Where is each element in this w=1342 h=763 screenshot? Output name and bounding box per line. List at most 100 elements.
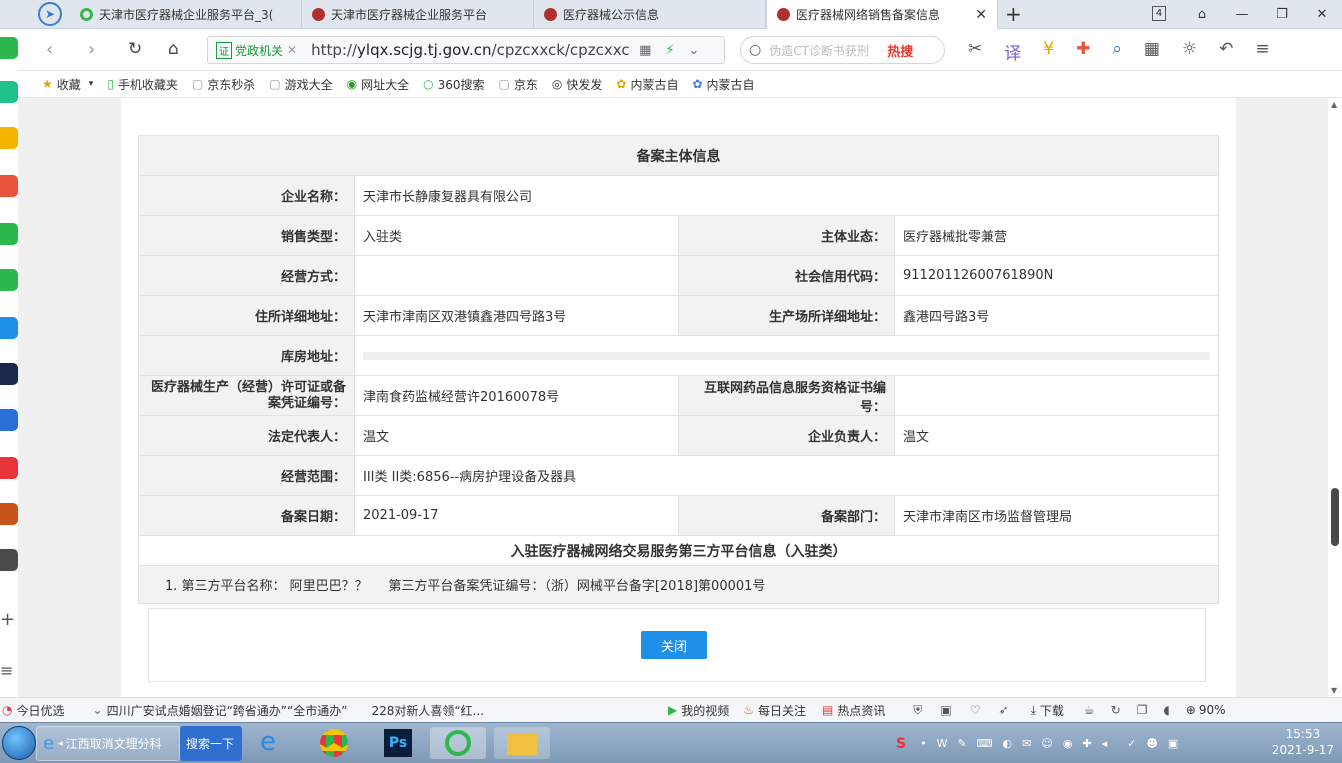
flower-icon: ✿ <box>692 77 703 91</box>
principal-value: 温文 <box>894 415 1219 456</box>
search-field[interactable]: ○ 伪造CT诊断书获刑 热搜 <box>740 36 945 64</box>
close-window-icon[interactable]: ✕ <box>1302 7 1342 22</box>
skin-icon[interactable]: ⌂ <box>1182 7 1222 22</box>
explorer-icon[interactable] <box>494 727 550 759</box>
scroll-up-icon[interactable]: ▲ <box>1331 100 1337 109</box>
tab-count-icon[interactable]: 4 <box>1152 6 1166 21</box>
coin-icon[interactable]: ¥ <box>1043 39 1054 64</box>
close-tab-icon[interactable]: ✕ <box>975 7 987 23</box>
list-icon[interactable]: ≡ <box>0 661 13 680</box>
tray-icons[interactable]: •W✎⌨◐✉☺◉✚◂ <box>920 737 1117 750</box>
bookmark-item[interactable]: ▢ 京东 <box>499 76 538 93</box>
chevron-down-icon[interactable]: ▾ <box>89 79 94 89</box>
game-app-icon[interactable] <box>0 363 18 385</box>
close-button[interactable]: 关闭 <box>641 631 707 659</box>
bookmark-item[interactable]: ◉ 网址大全 <box>347 76 410 93</box>
news-item[interactable]: ◔ 今日优选 <box>2 702 65 719</box>
clock[interactable]: 15:53 2021-9-17 <box>1272 726 1334 758</box>
status-tool-icons-2[interactable]: ☕↻❐◖ <box>1084 703 1186 717</box>
window-controls: ⌂ — ❐ ✕ <box>1182 0 1342 29</box>
bookmark-item[interactable]: ★ 收藏 ▾ <box>42 76 93 93</box>
bookmark-item[interactable]: ▯ 手机收藏夹 <box>107 76 178 93</box>
star-icon: ★ <box>42 77 53 91</box>
tab-label: 天津市医疗器械企业服务平台 <box>331 8 488 22</box>
hot-news[interactable]: ▤ 热点资讯 <box>822 702 885 719</box>
undo-icon[interactable]: ↶ <box>1219 39 1233 64</box>
internet-cert-label: 互联网药品信息服务资格证书编号： <box>678 375 895 416</box>
download-item[interactable]: ⤓ 下载 <box>1031 702 1064 719</box>
tab-3[interactable]: 医疗器械公示信息 <box>534 0 766 29</box>
bookmark-item[interactable]: ▢ 游戏大全 <box>269 76 332 93</box>
url-field[interactable]: 证党政机关 ✕ http://ylqx.scjg.tj.gov.cn/cpzcx… <box>207 36 725 64</box>
forward-icon[interactable]: › <box>88 39 95 60</box>
360-browser-icon[interactable] <box>430 727 486 759</box>
new-tab-icon[interactable]: + <box>1005 2 1022 26</box>
scissors-icon[interactable]: ✂ <box>968 39 982 64</box>
add-icon[interactable]: + <box>0 609 15 630</box>
magnifier-icon[interactable]: ⌕ <box>1112 39 1122 64</box>
vertical-scrollbar[interactable]: ▲ ▼ <box>1328 98 1342 697</box>
back-icon[interactable]: ‹ <box>46 39 53 60</box>
hot-search-label[interactable]: 热搜 <box>887 41 913 60</box>
news-item[interactable]: ⌄ 四川广安试点婚姻登记“跨省通办”“全市通办” <box>93 702 348 719</box>
sogou-icon[interactable]: S <box>896 736 906 752</box>
status-tool-icons[interactable]: ⛨▣♡➶ <box>913 703 1026 718</box>
bookmark-item[interactable]: ✿ 内蒙古自 <box>616 76 678 93</box>
bookmark-item[interactable]: ○ 360搜索 <box>423 76 484 93</box>
link-icon[interactable] <box>0 269 18 291</box>
red-app-icon[interactable] <box>0 457 18 479</box>
record-info-table: 备案主体信息 企业名称： 天津市长静康复器具有限公司 销售类型： 入驻类 主体业… <box>138 135 1219 604</box>
scroll-down-icon[interactable]: ▼ <box>1331 686 1337 695</box>
tab-4-active[interactable]: 医疗器械网络销售备案信息 ✕ <box>766 0 998 29</box>
weibo-icon[interactable] <box>0 175 18 197</box>
bookmark-item[interactable]: ✿ 内蒙古自 <box>692 76 754 93</box>
scroll-thumb[interactable] <box>1331 488 1339 546</box>
mute-icon[interactable]: ✕ <box>287 43 297 57</box>
zoom-level[interactable]: ⊕ 90% <box>1186 703 1226 717</box>
ie-browser-icon[interactable]: e <box>252 727 292 759</box>
bookmark-item[interactable]: ◎ 快发发 <box>552 76 603 93</box>
my-video[interactable]: ▶ 我的视频 <box>668 702 729 719</box>
chrome-icon[interactable] <box>314 727 354 759</box>
daily-focus[interactable]: ♨ 每日关注 <box>743 702 806 719</box>
account-icon[interactable] <box>0 37 18 59</box>
tab-2[interactable]: 天津市医疗器械企业服务平台 <box>302 0 534 29</box>
taskbar-search-item[interactable]: 搜索一下 <box>180 726 242 761</box>
refresh-icon[interactable]: ↻ <box>128 39 142 59</box>
lightning-icon[interactable]: ⚡ <box>665 43 674 58</box>
game3-icon[interactable] <box>0 549 18 571</box>
game2-icon[interactable] <box>0 503 18 525</box>
cert-badge[interactable]: 证党政机关 <box>216 41 283 59</box>
qr-icon[interactable]: ▦ <box>639 43 651 58</box>
url-text[interactable]: http://ylqx.scjg.tj.gov.cn/cpzcxxck/cpzc… <box>311 41 631 59</box>
app-icon[interactable] <box>0 317 18 339</box>
grid-icon[interactable]: ▦ <box>1144 39 1160 64</box>
tab-1[interactable]: 天津市医疗器械企业服务平台_3( <box>70 0 302 29</box>
mail-icon[interactable] <box>0 223 18 245</box>
news-item[interactable]: 228对新人喜领“红... <box>371 702 484 719</box>
photoshop-icon[interactable]: Ps <box>378 727 418 759</box>
tray-icons-2[interactable]: ✓☻▣ <box>1127 737 1188 750</box>
warehouse-strip <box>363 351 1210 360</box>
chevron-down-icon[interactable]: ⌄ <box>689 43 700 58</box>
triangle-icon: ◂ <box>58 738 63 749</box>
favorite-icon[interactable] <box>0 127 18 149</box>
taskbar-ie-item[interactable]: e ◂ 江西取消文理分科 <box>36 726 180 761</box>
page-icon: ▢ <box>498 77 510 91</box>
legal-rep-label: 法定代表人： <box>138 415 355 456</box>
sales-type-value: 入驻类 <box>354 215 679 256</box>
minimize-icon[interactable]: — <box>1222 7 1262 22</box>
game-icon[interactable]: ✚ <box>1076 39 1090 64</box>
bookmark-item[interactable]: ▢ 京东秒杀 <box>192 76 255 93</box>
restore-icon[interactable]: ❐ <box>1262 7 1302 22</box>
home-icon[interactable]: ⌂ <box>168 39 179 59</box>
plus-app-icon[interactable] <box>0 81 18 103</box>
start-button[interactable] <box>2 726 36 760</box>
menu-icon[interactable]: ≡ <box>1255 39 1269 64</box>
kuaifa-icon: ◎ <box>551 77 563 91</box>
navigation-icon[interactable]: ➤ <box>38 2 62 26</box>
scope-value: III类 II类:6856--病房护理设备及器具 <box>354 455 1219 496</box>
brightness-icon[interactable]: ☼ <box>1182 39 1197 64</box>
doc-icon[interactable] <box>0 409 18 431</box>
translate-icon[interactable]: 译 <box>1004 39 1021 64</box>
